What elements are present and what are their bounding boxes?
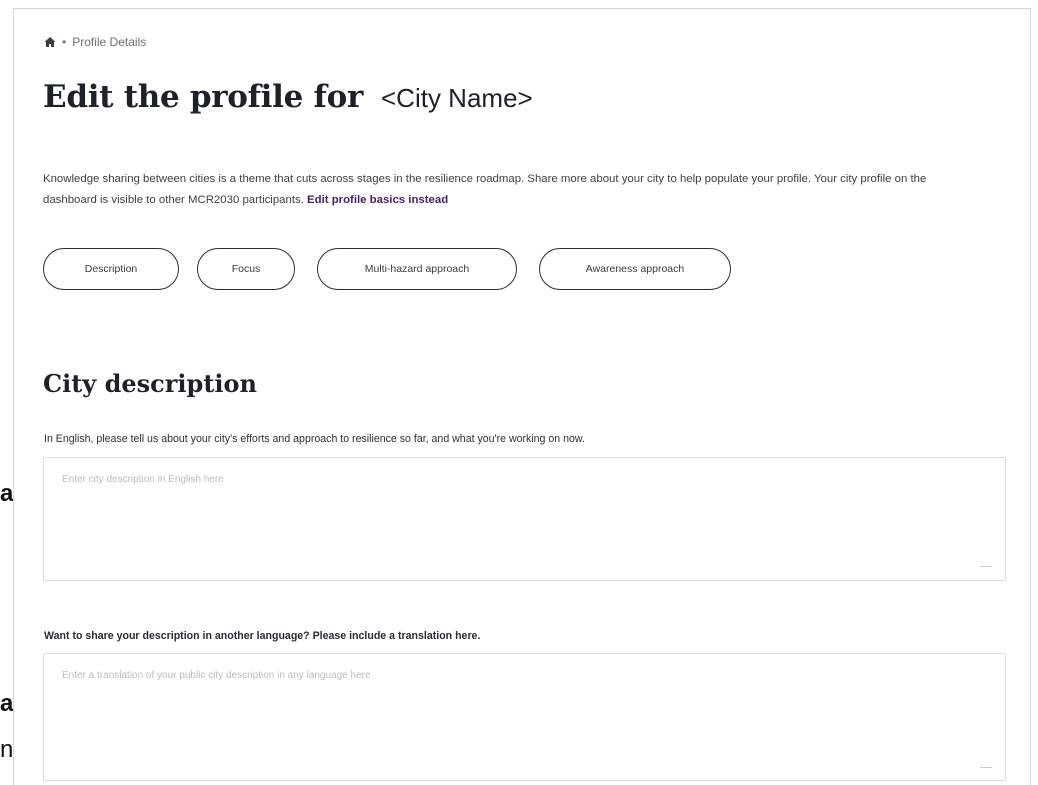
tab-awareness-approach[interactable]: Awareness approach bbox=[539, 248, 731, 290]
tab-focus[interactable]: Focus bbox=[197, 248, 295, 290]
page-title-text: Edit the profile for bbox=[43, 79, 363, 115]
resize-handle[interactable] bbox=[980, 763, 992, 768]
tab-multi-hazard-approach[interactable]: Multi-hazard approach bbox=[317, 248, 517, 290]
english-description-input[interactable] bbox=[43, 457, 1006, 581]
home-icon[interactable] bbox=[44, 36, 56, 48]
english-description-label: In English, please tell us about your ci… bbox=[44, 433, 585, 445]
resize-handle[interactable] bbox=[980, 562, 992, 567]
breadcrumb: • Profile Details bbox=[44, 35, 146, 49]
translation-label: Want to share your description in anothe… bbox=[44, 630, 481, 642]
page-title: Edit the profile for <City Name> bbox=[43, 79, 533, 115]
intro-paragraph: Knowledge sharing between cities is a th… bbox=[43, 169, 983, 211]
intro-text: Knowledge sharing between cities is a th… bbox=[43, 173, 927, 206]
translation-input[interactable] bbox=[43, 653, 1006, 781]
cropped-background-text: a bbox=[0, 482, 13, 506]
profile-edit-card: • Profile Details Edit the profile for <… bbox=[13, 8, 1031, 785]
tab-description[interactable]: Description bbox=[43, 248, 179, 290]
city-name-placeholder: <City Name> bbox=[381, 83, 533, 113]
cropped-background-text: a bbox=[0, 692, 13, 716]
breadcrumb-current: Profile Details bbox=[72, 35, 147, 49]
edit-profile-basics-link[interactable]: Edit profile basics instead bbox=[307, 194, 448, 206]
breadcrumb-separator: • bbox=[62, 35, 67, 49]
section-heading: City description bbox=[43, 369, 257, 398]
